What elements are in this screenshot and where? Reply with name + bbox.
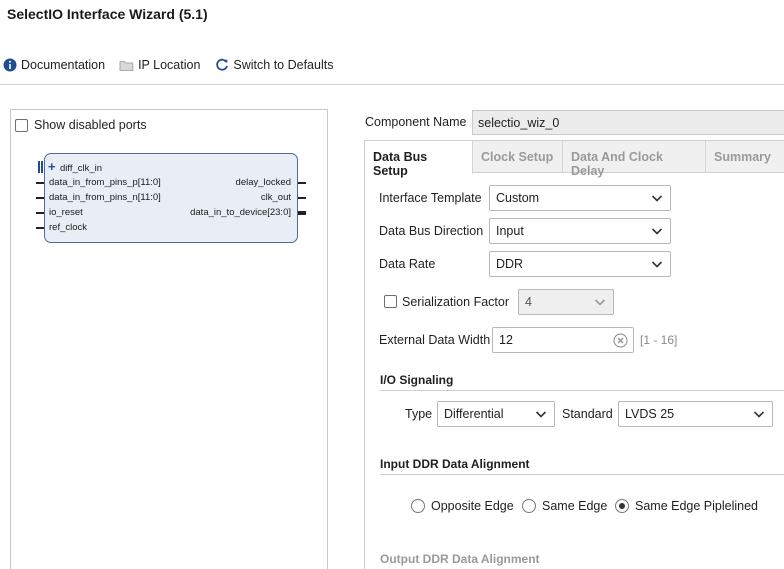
pin-delay-locked xyxy=(298,182,306,184)
interface-template-value: Custom xyxy=(496,191,540,205)
settings-panel: Data Bus Setup Clock Setup Data And Cloc… xyxy=(364,140,784,569)
interface-template-select[interactable]: Custom xyxy=(489,185,671,211)
port-ref-clock: ref_clock xyxy=(49,222,88,233)
folder-icon xyxy=(119,58,134,73)
data-bus-direction-label: Data Bus Direction xyxy=(379,224,484,238)
tab-summary[interactable]: Summary xyxy=(706,141,784,173)
show-disabled-ports-label: Show disabled ports xyxy=(34,118,147,132)
port-data-in-from-pins-p: data_in_from_pins_p[11:0] xyxy=(49,177,161,188)
chevron-down-icon xyxy=(651,228,663,235)
expand-port-icon[interactable]: + xyxy=(48,159,56,174)
port-delay-locked: delay_locked xyxy=(235,177,291,188)
port-io-reset: io_reset xyxy=(49,207,83,218)
radio-label: Same Edge Piplelined xyxy=(635,499,758,513)
ip-location-label: IP Location xyxy=(138,58,201,72)
radio-selected-dot xyxy=(619,503,625,509)
port-diff-clk-in: diff_clk_in xyxy=(60,163,103,174)
tab-data-and-clock-delay[interactable]: Data And Clock Delay xyxy=(563,141,706,178)
radio-label: Same Edge xyxy=(542,499,608,513)
ip-symbol-panel: Show disabled ports + diff_clk_in data_i… xyxy=(10,109,328,569)
serialization-factor-checkbox[interactable] xyxy=(384,295,397,308)
input-ddr-heading: Input DDR Data Alignment xyxy=(380,457,530,471)
pin-ref-clock xyxy=(36,227,44,229)
documentation-label: Documentation xyxy=(21,58,106,72)
component-name-field[interactable]: selectio_wiz_0 xyxy=(472,110,784,135)
chevron-down-icon xyxy=(594,299,606,306)
show-disabled-ports-checkbox[interactable] xyxy=(15,118,28,132)
serialization-factor-value: 4 xyxy=(525,295,532,309)
chevron-down-icon xyxy=(753,411,765,418)
chevron-down-icon xyxy=(535,411,547,418)
component-name-label: Component Name xyxy=(365,115,467,129)
pin-clk-out xyxy=(298,197,306,199)
standard-select[interactable]: LVDS 25 xyxy=(618,401,773,427)
external-data-width-label: External Data Width xyxy=(379,333,491,347)
radio-button[interactable] xyxy=(522,499,536,513)
radio-same-edge[interactable]: Same Edge xyxy=(522,499,607,513)
data-rate-select[interactable]: DDR xyxy=(489,251,671,277)
ip-location-button[interactable]: IP Location xyxy=(117,58,200,73)
data-bus-direction-select[interactable]: Input xyxy=(489,218,671,244)
radio-same-edge-pipelined[interactable]: Same Edge Piplelined xyxy=(615,499,758,513)
input-ddr-divider xyxy=(380,474,784,475)
radio-button[interactable] xyxy=(615,499,629,513)
port-data-in-to-device: data_in_to_device[23:0] xyxy=(190,207,291,218)
type-value: Differential xyxy=(444,407,504,421)
documentation-button[interactable]: Documentation xyxy=(0,58,105,73)
pin-io-reset xyxy=(36,212,44,214)
bus-marker-icon xyxy=(38,161,43,173)
clear-icon[interactable] xyxy=(613,333,628,348)
show-disabled-ports[interactable]: Show disabled ports xyxy=(15,118,147,132)
io-signaling-divider xyxy=(380,390,784,391)
tab-bar: Data Bus Setup Clock Setup Data And Cloc… xyxy=(365,141,784,178)
io-signaling-heading: I/O Signaling xyxy=(380,373,454,387)
chevron-down-icon xyxy=(651,261,663,268)
window-title: SelectIO Interface Wizard (5.1) xyxy=(7,6,208,22)
data-rate-label: Data Rate xyxy=(379,257,436,271)
standard-value: LVDS 25 xyxy=(625,407,675,421)
type-select[interactable]: Differential xyxy=(437,401,555,427)
external-data-width-input[interactable]: 12 xyxy=(492,327,634,353)
switch-defaults-button[interactable]: Switch to Defaults xyxy=(212,58,333,73)
data-rate-value: DDR xyxy=(496,257,524,271)
output-ddr-heading: Output DDR Data Alignment xyxy=(380,552,540,566)
pin-data-in-p xyxy=(36,182,44,184)
radio-button[interactable] xyxy=(411,499,425,513)
switch-defaults-label: Switch to Defaults xyxy=(233,58,334,72)
external-data-width-range: [1 - 16] xyxy=(640,333,678,347)
external-data-width-value: 12 xyxy=(499,333,513,347)
standard-label: Standard xyxy=(562,407,613,421)
tab-data-bus-setup[interactable]: Data Bus Setup xyxy=(365,141,473,178)
toolbar: Documentation IP Location Switch to Defa… xyxy=(0,56,345,74)
port-data-in-from-pins-n: data_in_from_pins_n[11:0] xyxy=(49,192,161,203)
pin-data-in-to-device xyxy=(298,211,306,215)
tab-clock-setup[interactable]: Clock Setup xyxy=(473,141,563,173)
pin-data-in-n xyxy=(36,197,44,199)
data-bus-direction-value: Input xyxy=(496,224,524,238)
interface-template-label: Interface Template xyxy=(379,191,482,205)
toolbar-divider xyxy=(0,84,784,85)
chevron-down-icon xyxy=(651,195,663,202)
info-icon xyxy=(2,58,17,73)
serialization-factor-label: Serialization Factor xyxy=(402,295,509,309)
radio-label: Opposite Edge xyxy=(431,499,514,513)
port-clk-out: clk_out xyxy=(260,192,291,203)
serialization-factor-select[interactable]: 4 xyxy=(518,289,614,315)
type-label: Type xyxy=(405,407,433,421)
ip-symbol-block: + diff_clk_in data_in_from_pins_p[11:0] … xyxy=(36,153,306,243)
refresh-icon xyxy=(214,58,229,73)
radio-opposite-edge[interactable]: Opposite Edge xyxy=(411,499,514,513)
